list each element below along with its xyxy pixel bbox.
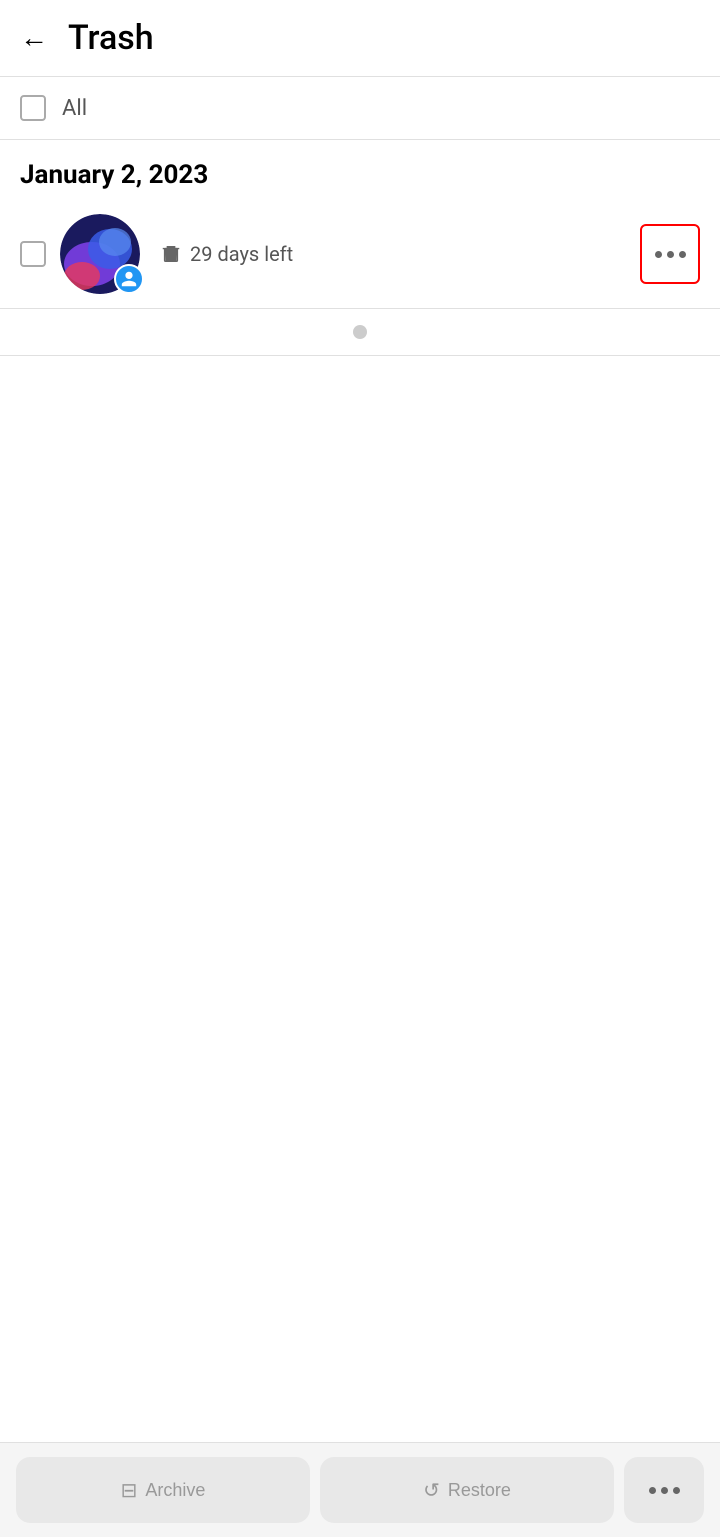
archive-label: Archive [145, 1480, 205, 1501]
bottom-more-icon [649, 1487, 680, 1494]
restore-icon: ↺ [423, 1478, 440, 1503]
item-checkbox[interactable] [20, 241, 46, 267]
user-badge-icon [114, 264, 144, 294]
item-indicator-row [0, 309, 720, 356]
restore-label: Restore [448, 1480, 511, 1501]
select-all-row: All [0, 77, 720, 140]
archive-icon: ⊟ [121, 1478, 138, 1503]
select-all-checkbox[interactable] [20, 95, 46, 121]
bottom-more-button[interactable] [624, 1457, 704, 1523]
date-section: January 2, 2023 [0, 140, 720, 200]
date-heading: January 2, 2023 [20, 160, 208, 190]
trash-info: 29 days left [160, 242, 640, 266]
three-dots-icon [655, 251, 686, 258]
page-title: Trash [68, 18, 154, 58]
item-indicator-dot [353, 325, 367, 339]
trash-icon [160, 243, 182, 265]
avatar-container [60, 214, 140, 294]
archive-button[interactable]: ⊟ Archive [16, 1457, 310, 1523]
back-button[interactable]: ← [16, 18, 52, 58]
select-all-label: All [62, 96, 87, 121]
content-spacer [0, 356, 720, 1442]
trash-item-row: 29 days left [0, 200, 720, 309]
bottom-action-bar: ⊟ Archive ↺ Restore [0, 1442, 720, 1537]
restore-button[interactable]: ↺ Restore [320, 1457, 614, 1523]
more-options-button[interactable] [640, 224, 700, 284]
back-arrow-icon: ← [20, 22, 48, 54]
days-left-text: 29 days left [190, 242, 293, 266]
header: ← Trash [0, 0, 720, 77]
